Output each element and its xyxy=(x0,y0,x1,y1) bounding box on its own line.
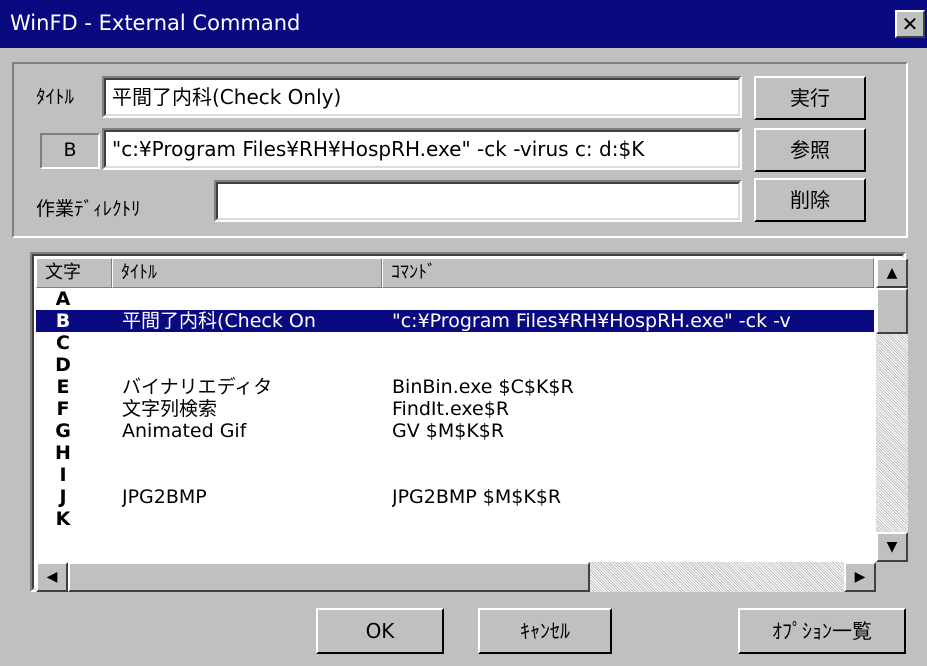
run-button[interactable]: 実行 xyxy=(754,76,866,120)
list-row[interactable]: I xyxy=(36,464,874,486)
horizontal-scrollbar[interactable]: ◀ ▶ xyxy=(36,562,876,592)
row-key-cell: H xyxy=(55,442,71,464)
scroll-left-button[interactable]: ◀ xyxy=(36,562,68,592)
row-title-cell: 平間了内科(Check On xyxy=(122,310,316,332)
external-command-dialog: WinFD - External Command ✕ ﾀｲﾄﾙ 平間了内科(Ch… xyxy=(0,0,927,666)
options-list-button[interactable]: ｵﾌﾟｼｮﾝ一覧 xyxy=(738,608,906,654)
arrow-up-icon: ▲ xyxy=(886,265,898,281)
list-header: 文字 ﾀｲﾄﾙ ｺﾏﾝﾄﾞ xyxy=(36,258,874,288)
row-title-cell: JPG2BMP xyxy=(122,486,207,508)
row-key-cell: D xyxy=(55,354,71,376)
row-title-cell: Animated Gif xyxy=(122,420,247,442)
list-row[interactable]: A xyxy=(36,288,874,310)
column-header-key[interactable]: 文字 xyxy=(36,258,112,288)
column-header-command[interactable]: ｺﾏﾝﾄﾞ xyxy=(382,258,874,288)
arrow-down-icon: ▼ xyxy=(886,539,898,555)
vertical-scroll-thumb[interactable] xyxy=(876,288,908,334)
ok-button[interactable]: OK xyxy=(316,608,444,654)
window-title: WinFD - External Command xyxy=(10,11,301,35)
row-key-cell: I xyxy=(59,464,67,486)
row-key-cell: C xyxy=(56,332,70,354)
row-title-cell: バイナリエディタ xyxy=(122,376,273,398)
cancel-button[interactable]: ｷｬﾝｾﾙ xyxy=(478,608,612,654)
arrow-right-icon: ▶ xyxy=(854,569,866,585)
key-letter-field[interactable]: B xyxy=(40,133,100,169)
scrollbar-corner xyxy=(876,562,908,592)
horizontal-scroll-thumb[interactable] xyxy=(68,562,590,592)
delete-button[interactable]: 削除 xyxy=(754,178,866,222)
command-input[interactable]: "c:¥Program Files¥RH¥HospRH.exe" -ck -vi… xyxy=(102,128,742,170)
row-command-cell: BinBin.exe $C$K$R xyxy=(392,376,574,398)
row-key-cell: J xyxy=(59,486,67,508)
scroll-down-button[interactable]: ▼ xyxy=(876,532,908,562)
row-command-cell: JPG2BMP $M$K$R xyxy=(392,486,562,508)
row-key-cell: B xyxy=(55,310,71,332)
row-title-cell: 文字列検索 xyxy=(122,398,218,420)
row-key-cell: E xyxy=(56,376,70,398)
command-list[interactable]: 文字 ﾀｲﾄﾙ ｺﾏﾝﾄﾞ A B 平間了内科(Check On "c:¥Progra… xyxy=(30,252,908,592)
list-row[interactable]: J JPG2BMP JPG2BMP $M$K$R xyxy=(36,486,874,508)
title-input[interactable]: 平間了内科(Check Only) xyxy=(102,76,742,118)
list-rows: A B 平間了内科(Check On "c:¥Program Files¥RH¥Hos… xyxy=(36,288,874,564)
list-row[interactable]: B 平間了内科(Check On "c:¥Program Files¥RH¥Hosp… xyxy=(36,310,874,332)
row-key-cell: A xyxy=(55,288,71,310)
close-icon: ✕ xyxy=(901,12,919,36)
workdir-label: 作業ﾃﾞｨﾚｸﾄﾘ xyxy=(36,198,141,220)
title-label: ﾀｲﾄﾙ xyxy=(36,86,75,108)
row-key-cell: K xyxy=(55,508,71,530)
column-header-title[interactable]: ﾀｲﾄﾙ xyxy=(112,258,382,288)
title-bar[interactable]: WinFD - External Command ✕ xyxy=(0,0,927,48)
list-row[interactable]: H xyxy=(36,442,874,464)
list-row[interactable]: F 文字列検索 FindIt.exe$R xyxy=(36,398,874,420)
scroll-up-button[interactable]: ▲ xyxy=(876,258,908,288)
list-row[interactable]: G Animated Gif GV $M$K$R xyxy=(36,420,874,442)
row-command-cell: FindIt.exe$R xyxy=(392,398,510,420)
list-row[interactable]: C xyxy=(36,332,874,354)
list-row[interactable]: E バイナリエディタ BinBin.exe $C$K$R xyxy=(36,376,874,398)
row-command-cell: "c:¥Program Files¥RH¥HospRH.exe" -ck -v xyxy=(392,310,791,332)
list-row[interactable]: D xyxy=(36,354,874,376)
arrow-left-icon: ◀ xyxy=(46,569,58,585)
row-command-cell: GV $M$K$R xyxy=(392,420,505,442)
row-key-cell: G xyxy=(55,420,71,442)
scroll-right-button[interactable]: ▶ xyxy=(844,562,876,592)
row-key-cell: F xyxy=(56,398,70,420)
browse-button[interactable]: 参照 xyxy=(754,128,866,172)
list-row[interactable]: K xyxy=(36,508,874,530)
close-button[interactable]: ✕ xyxy=(895,10,925,38)
workdir-input[interactable] xyxy=(214,180,742,222)
vertical-scrollbar[interactable]: ▲ ▼ xyxy=(876,258,908,562)
